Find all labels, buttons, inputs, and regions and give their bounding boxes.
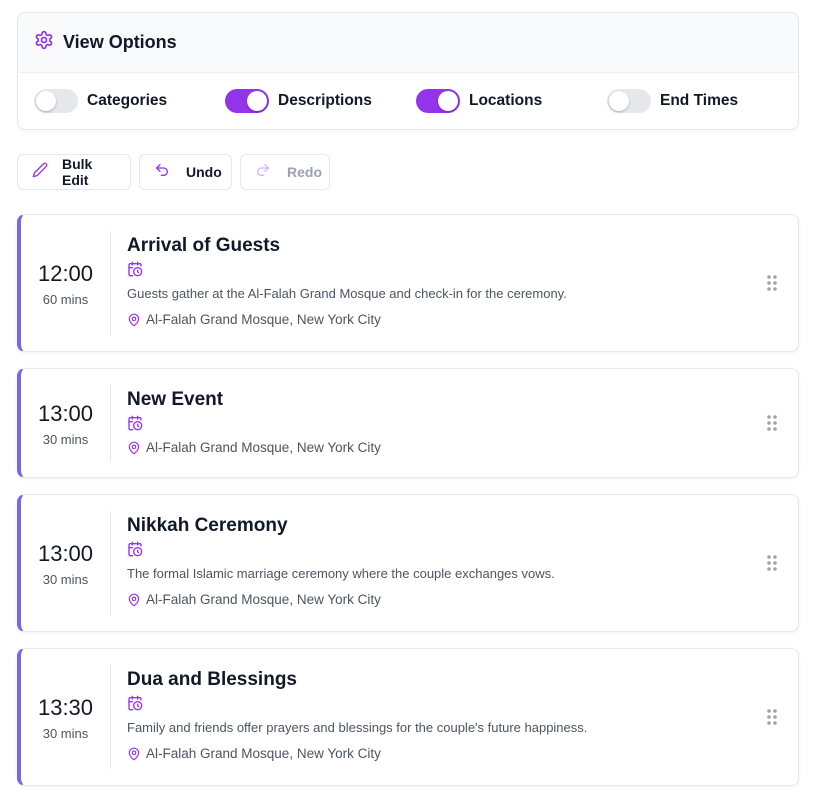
event-time-block: 13:00 30 mins <box>21 385 111 461</box>
event-location: Al-Falah Grand Mosque, New York City <box>127 592 738 607</box>
drag-handle-icon[interactable] <box>766 414 778 432</box>
event-title: Nikkah Ceremony <box>127 515 288 536</box>
map-pin-icon <box>128 593 140 606</box>
calendar-clock-icon <box>128 695 143 711</box>
event-description: Family and friends offer prayers and ble… <box>127 720 588 735</box>
event-location: Al-Falah Grand Mosque, New York City <box>127 312 738 327</box>
event-time-block: 13:00 30 mins <box>21 511 111 615</box>
event-content: Arrival of Guests Guests gather at the A… <box>127 233 738 327</box>
bulk-edit-button[interactable]: Bulk Edit <box>17 154 131 190</box>
descriptions-switch[interactable] <box>225 89 269 113</box>
calendar-clock-icon <box>128 415 143 431</box>
map-pin-icon <box>128 313 140 326</box>
undo-label: Undo <box>186 164 222 180</box>
event-card[interactable]: 12:00 60 mins Arrival of Guests Guests g… <box>17 214 799 352</box>
event-title: Dua and Blessings <box>127 669 297 690</box>
redo-label: Redo <box>287 164 322 180</box>
toggle-label: End Times <box>660 92 739 109</box>
toggle-label: Categories <box>87 92 168 109</box>
event-card[interactable]: 13:30 30 mins Dua and Blessings Family a… <box>17 648 799 786</box>
redo-button[interactable]: Redo <box>240 154 330 190</box>
map-pin-icon <box>128 747 140 760</box>
toolbar: Bulk Edit Undo Redo <box>17 154 338 190</box>
end-times-switch[interactable] <box>607 89 651 113</box>
locations-switch[interactable] <box>416 89 460 113</box>
event-duration: 60 mins <box>42 291 89 307</box>
event-time-block: 12:00 60 mins <box>21 231 111 335</box>
event-location-text: Al-Falah Grand Mosque, New York City <box>146 440 381 455</box>
redo-icon <box>255 162 271 183</box>
event-location: Al-Falah Grand Mosque, New York City <box>127 440 738 455</box>
view-options-header: View Options <box>18 13 798 73</box>
undo-icon <box>154 162 170 183</box>
event-duration: 30 mins <box>42 725 89 741</box>
event-time-block: 13:30 30 mins <box>21 665 111 769</box>
toggle-label: Descriptions <box>278 92 372 109</box>
event-duration: 30 mins <box>42 571 89 587</box>
view-options-panel: View Options Categories Descriptions Loc… <box>17 12 799 130</box>
event-content: Nikkah Ceremony The formal Islamic marri… <box>127 513 738 607</box>
event-description: The formal Islamic marriage ceremony whe… <box>127 566 555 581</box>
event-card[interactable]: 13:00 30 mins Nikkah Ceremony The formal… <box>17 494 799 632</box>
event-title: Arrival of Guests <box>127 235 281 256</box>
view-options-toggles: Categories Descriptions Locations End Ti… <box>18 73 798 129</box>
event-content: Dua and Blessings Family and friends off… <box>127 667 738 761</box>
calendar-clock-icon <box>128 541 143 557</box>
event-description: Guests gather at the Al-Falah Grand Mosq… <box>127 286 567 301</box>
drag-handle-icon[interactable] <box>766 554 778 572</box>
event-time: 13:30 <box>37 694 94 720</box>
calendar-clock-icon <box>128 261 143 277</box>
event-time: 13:00 <box>37 400 94 426</box>
event-location-text: Al-Falah Grand Mosque, New York City <box>146 312 381 327</box>
event-duration: 30 mins <box>42 431 89 447</box>
bulk-edit-label: Bulk Edit <box>62 156 93 188</box>
event-location: Al-Falah Grand Mosque, New York City <box>127 746 738 761</box>
drag-handle-icon[interactable] <box>766 274 778 292</box>
undo-button[interactable]: Undo <box>139 154 232 190</box>
event-time: 13:00 <box>37 540 94 566</box>
drag-handle-icon[interactable] <box>766 708 778 726</box>
view-options-title: View Options <box>63 32 177 52</box>
event-time: 12:00 <box>37 260 94 286</box>
event-content: New Event Al-Falah Grand Mosque, New Yor… <box>127 387 738 455</box>
event-location-text: Al-Falah Grand Mosque, New York City <box>146 746 381 761</box>
pencil-icon <box>32 162 48 183</box>
event-card[interactable]: 13:00 30 mins New Event Al-Falah Grand M… <box>17 368 799 478</box>
gear-icon <box>34 30 54 55</box>
event-location-text: Al-Falah Grand Mosque, New York City <box>146 592 381 607</box>
toggle-end-times[interactable]: End Times <box>607 89 738 113</box>
categories-switch[interactable] <box>34 89 78 113</box>
event-title: New Event <box>127 389 224 410</box>
toggle-descriptions[interactable]: Descriptions <box>225 89 372 113</box>
toggle-label: Locations <box>469 92 543 109</box>
toggle-categories[interactable]: Categories <box>34 89 167 113</box>
toggle-locations[interactable]: Locations <box>416 89 542 113</box>
map-pin-icon <box>128 441 140 454</box>
